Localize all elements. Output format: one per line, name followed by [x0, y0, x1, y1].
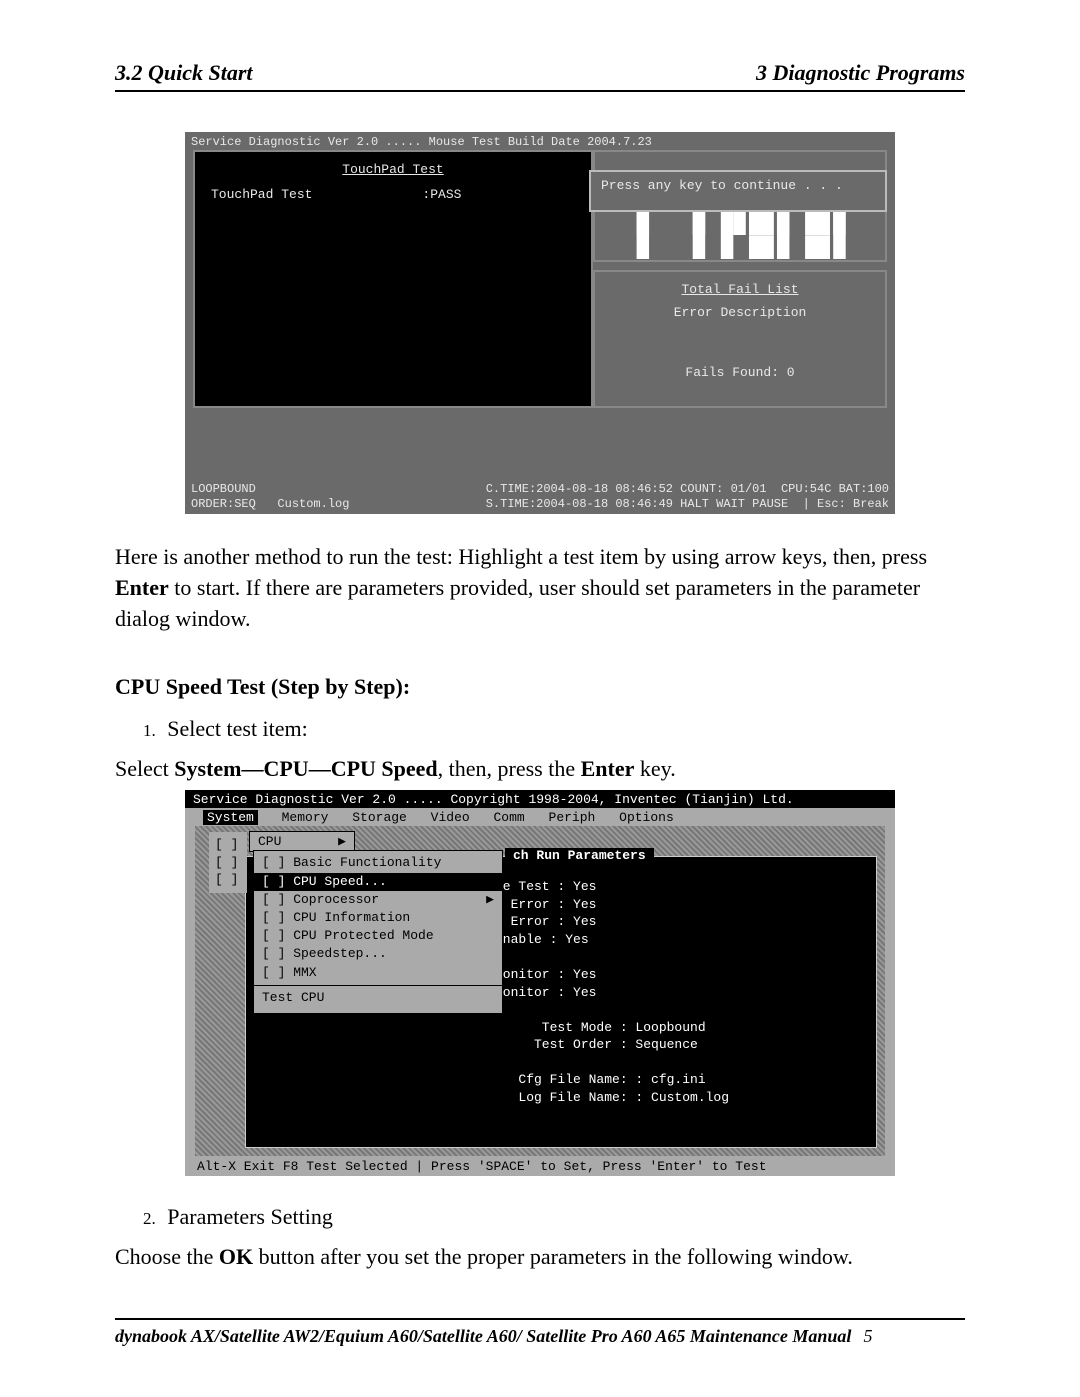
- cpu-submenu: [ ] Basic Functionality [ ] CPU Speed...…: [253, 850, 503, 1014]
- menu-system: System: [203, 810, 258, 825]
- submenu-cpu-info: [ ] CPU Information: [262, 909, 494, 927]
- page-header: 3.2 Quick Start 3 Diagnostic Programs: [115, 60, 965, 92]
- menu-options: Options: [619, 810, 674, 825]
- fail-headers: Error Description: [607, 305, 873, 320]
- sel-enter: Enter: [581, 756, 635, 781]
- sel-path: System—CPU—CPU Speed: [174, 756, 437, 781]
- cpu-label: CPU: [258, 834, 281, 849]
- continue-popup: Press any key to continue . . .: [589, 170, 887, 212]
- s1-titlebar: Service Diagnostic Ver 2.0 ..... Mouse T…: [185, 132, 895, 152]
- menu-video: Video: [431, 810, 470, 825]
- step1-num: 1.: [143, 721, 156, 740]
- submenu-protected: [ ] CPU Protected Mode: [262, 927, 494, 945]
- touchpad-title: TouchPad Test: [211, 162, 575, 177]
- s2-footer: Alt-X Exit F8 Test Selected | Press 'SPA…: [193, 1158, 887, 1175]
- s1-status-bar: LOOPBOUND C.TIME:2004-08-18 08:46:52 COU…: [191, 479, 889, 514]
- p1-c: to start. If there are parameters provid…: [115, 575, 920, 631]
- page-footer: dynabook AX/Satellite AW2/Equium A60/Sat…: [115, 1318, 965, 1347]
- fail-title: Total Fail List: [607, 282, 873, 297]
- sel-e: key.: [634, 756, 675, 781]
- sel-a: Select: [115, 756, 174, 781]
- params-title: ch Run Parameters: [505, 848, 654, 863]
- p1-enter: Enter: [115, 575, 169, 600]
- closing-ok: OK: [219, 1244, 253, 1269]
- s1-foot-l2-left: ORDER:SEQ Custom.log: [191, 497, 349, 511]
- s1-foot-l2-right: S.TIME:2004-08-18 08:46:49 HALT WAIT PAU…: [486, 497, 889, 511]
- select-line: Select System—CPU—CPU Speed, then, press…: [115, 756, 965, 782]
- page-number: 5: [863, 1326, 872, 1347]
- touchpad-test-screenshot: Service Diagnostic Ver 2.0 ..... Mouse T…: [185, 132, 895, 514]
- submenu-mmx: [ ] MMX: [262, 964, 494, 982]
- menu-periph: Periph: [549, 810, 596, 825]
- cpu-item: CPU ▶: [249, 831, 355, 852]
- footer-title: dynabook AX/Satellite AW2/Equium A60/Sat…: [115, 1326, 851, 1347]
- submenu-separator: [254, 985, 502, 986]
- sel-c: , then, press the: [438, 756, 581, 781]
- closing-c: button after you set the proper paramete…: [253, 1244, 853, 1269]
- submenu-basic: [ ] Basic Functionality: [262, 854, 494, 872]
- closing-a: Choose the: [115, 1244, 219, 1269]
- fail-list-panel: Total Fail List Error Description Fails …: [593, 270, 887, 408]
- menu-memory: Memory: [282, 810, 329, 825]
- chevron-right-icon: ▶: [486, 891, 494, 909]
- step-2: 2. Parameters Setting: [143, 1204, 965, 1230]
- s2-menubar: System Memory Storage Video Comm Periph …: [185, 808, 895, 827]
- header-right: 3 Diagnostic Programs: [756, 60, 965, 86]
- s2-body: ch Run Parameters ve Test : Yes n Error …: [195, 826, 885, 1156]
- s1-foot-l1-left: LOOPBOUND: [191, 482, 256, 496]
- cpu-speed-heading: CPU Speed Test (Step by Step):: [115, 674, 965, 700]
- side-checkboxes: [ ] [ ] [ ]: [209, 832, 247, 893]
- touchpad-status: :PASS: [422, 187, 461, 202]
- cpu-menu-screenshot: Service Diagnostic Ver 2.0 ..... Copyrig…: [185, 790, 895, 1176]
- closing-paragraph: Choose the OK button after you set the p…: [115, 1244, 965, 1270]
- chevron-right-icon: ▶: [338, 834, 346, 849]
- touchpad-item: TouchPad Test: [211, 187, 312, 202]
- menu-comm: Comm: [494, 810, 525, 825]
- submenu-caption: Test CPU: [262, 989, 494, 1007]
- popup-text: Press any key to continue . . .: [601, 178, 843, 193]
- header-left: 3.2 Quick Start: [115, 60, 253, 86]
- step1-text: Select test item:: [167, 716, 308, 741]
- menu-storage: Storage: [352, 810, 407, 825]
- step2-text: Parameters Setting: [167, 1204, 333, 1229]
- s2-titlebar: Service Diagnostic Ver 2.0 ..... Copyrig…: [185, 790, 895, 809]
- step2-num: 2.: [143, 1209, 156, 1228]
- touchpad-panel: TouchPad Test TouchPad Test :PASS: [193, 150, 593, 408]
- paragraph-1: Here is another method to run the test: …: [115, 542, 965, 634]
- params-text: ve Test : Yes n Error : Yes n Error : Ye…: [495, 878, 729, 1106]
- pass-display: Press any key to continue . . . ▛▘▛▜▄▖▄▖…: [593, 150, 887, 262]
- p1-a: Here is another method to run the test: …: [115, 544, 927, 569]
- submenu-coprocessor: [ ] Coprocessor▶: [262, 891, 494, 909]
- submenu-cpu-speed: [ ] CPU Speed...: [254, 873, 502, 891]
- submenu-speedstep: [ ] Speedstep...: [262, 945, 494, 963]
- fail-count: Fails Found: 0: [607, 365, 873, 380]
- s1-foot-l1-right: C.TIME:2004-08-18 08:46:52 COUNT: 01/01 …: [486, 482, 889, 496]
- step-1: 1. Select test item:: [143, 716, 965, 742]
